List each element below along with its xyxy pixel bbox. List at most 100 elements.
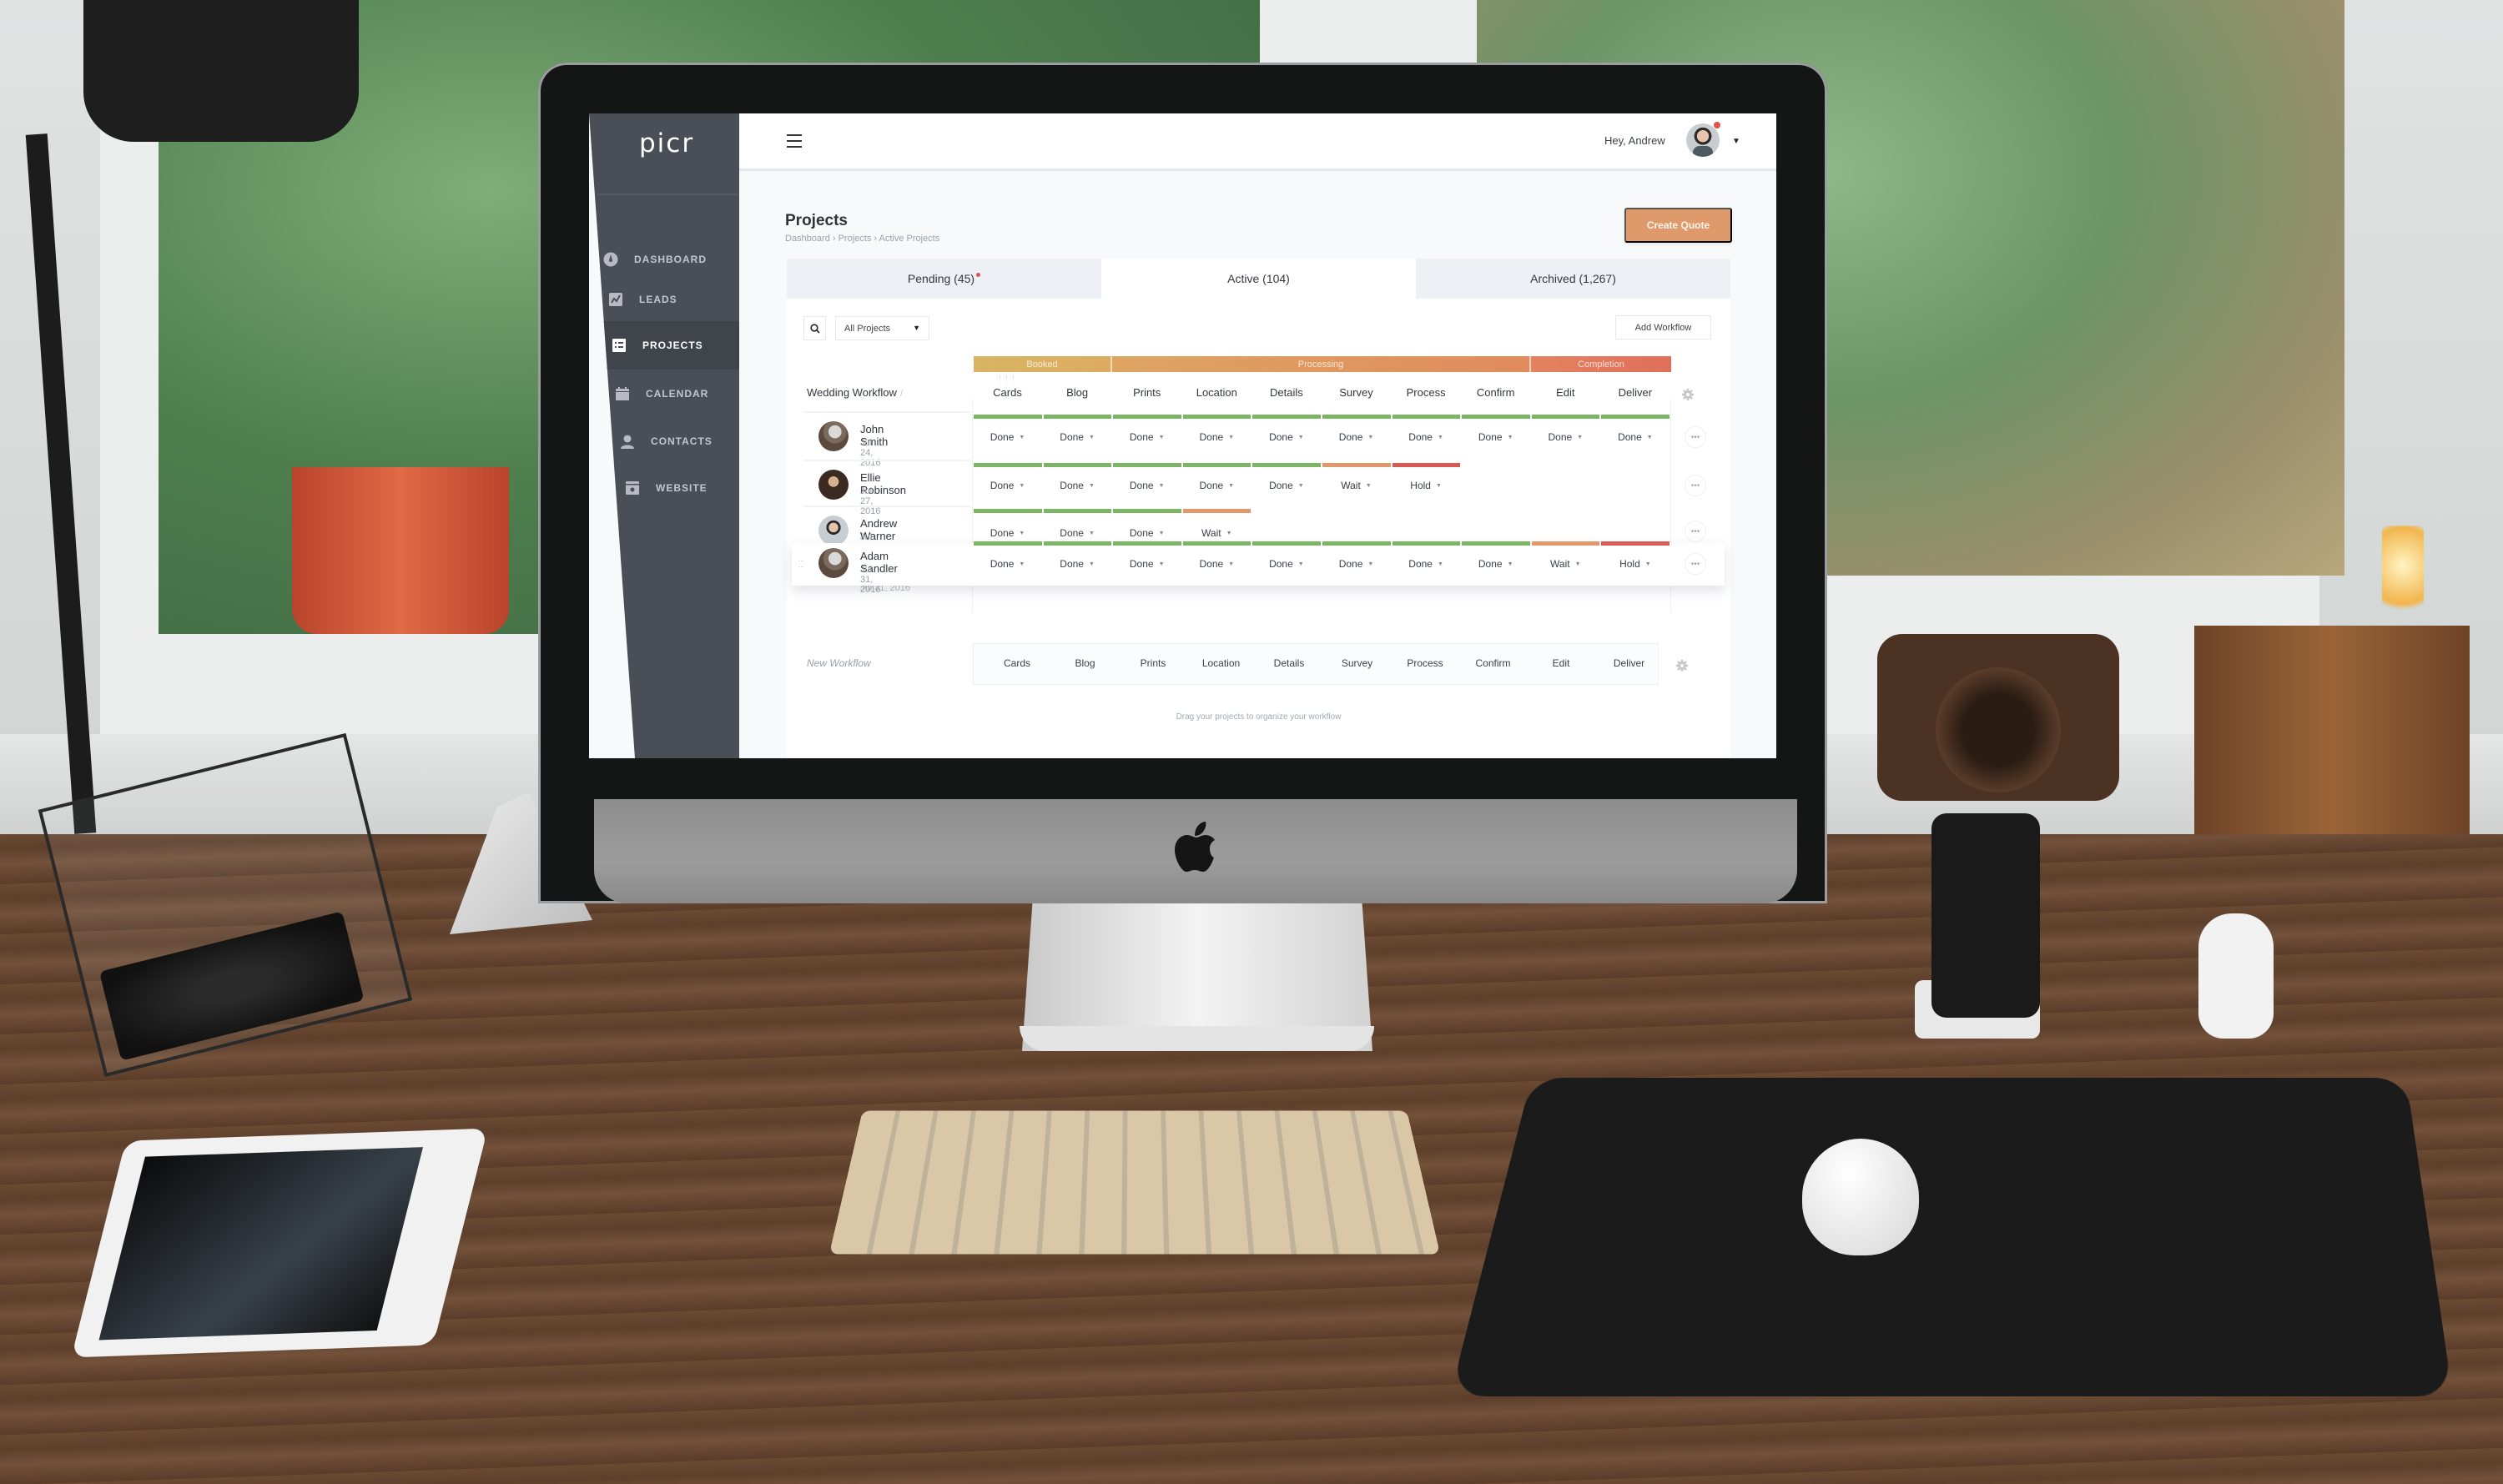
- new-workflow-column[interactable]: Confirm: [1459, 657, 1528, 669]
- status-dropdown[interactable]: Done ▼: [1043, 527, 1112, 539]
- column-header[interactable]: Deliver: [1600, 386, 1670, 399]
- new-workflow-column[interactable]: Survey: [1323, 657, 1392, 669]
- gear-icon[interactable]: [1681, 388, 1695, 401]
- status-label: Wait: [1341, 480, 1361, 491]
- status-dropdown[interactable]: Done ▼: [1322, 431, 1391, 443]
- new-workflow-name[interactable]: New Workflow: [807, 657, 871, 669]
- notification-dot: [1714, 122, 1720, 128]
- status-progress-segment: [974, 415, 1042, 419]
- tab-active[interactable]: Active (104): [1101, 259, 1416, 299]
- column-header[interactable]: Blog: [1043, 386, 1112, 399]
- status-dropdown[interactable]: Done ▼: [1600, 431, 1670, 443]
- status-progress-segment: [1392, 541, 1461, 546]
- column-header[interactable]: Edit: [1531, 386, 1600, 399]
- status-dropdown[interactable]: Done ▼: [1531, 431, 1600, 443]
- workflow-panel: All Projects ▼ Add Workflow Booked Proce…: [787, 299, 1730, 758]
- status-dropdown[interactable]: Done ▼: [1182, 431, 1252, 443]
- new-workflow-column[interactable]: Prints: [1119, 657, 1187, 669]
- tab-label: Pending (45): [907, 272, 975, 285]
- project-filter-select[interactable]: All Projects ▼: [835, 316, 929, 340]
- column-header[interactable]: Confirm: [1461, 386, 1530, 399]
- gear-icon[interactable]: [1675, 659, 1689, 672]
- column-header[interactable]: Prints: [1112, 386, 1181, 399]
- status-label: Done: [1199, 558, 1224, 570]
- new-workflow-column[interactable]: Edit: [1527, 657, 1595, 669]
- status-dropdown[interactable]: Done ▼: [1252, 558, 1321, 570]
- column-header[interactable]: Survey: [1322, 386, 1391, 399]
- column-header[interactable]: Details: [1252, 386, 1321, 399]
- column-drag-handle[interactable]: ⋮⋮⋮: [997, 375, 1017, 382]
- chevron-down-icon: ▼: [1507, 435, 1513, 440]
- more-options-button[interactable]: •••: [1685, 521, 1706, 542]
- tab-archived[interactable]: Archived (1,267): [1416, 259, 1730, 299]
- sidebar-item-calendar[interactable]: CALENDAR: [614, 370, 756, 418]
- status-dropdown[interactable]: Done ▼: [973, 480, 1042, 491]
- status-dropdown[interactable]: Done ▼: [973, 431, 1042, 443]
- flower-pot: [292, 467, 509, 634]
- status-progress-segment: [1531, 415, 1600, 419]
- user-menu-caret-icon[interactable]: ▼: [1732, 137, 1740, 146]
- status-dropdown[interactable]: Done ▼: [973, 558, 1042, 570]
- smartphone: [1931, 813, 2040, 1018]
- status-progress-segment: [1531, 541, 1600, 546]
- sidebar-item-projects[interactable]: PROJECTS: [599, 321, 749, 370]
- status-dropdown[interactable]: Done ▼: [1461, 431, 1530, 443]
- sidebar-item-leads[interactable]: LEADS: [607, 275, 749, 324]
- status-dropdown[interactable]: Hold ▼: [1392, 480, 1461, 491]
- chevron-down-icon: ▼: [1158, 483, 1165, 489]
- status-label: Done: [1548, 431, 1573, 443]
- create-quote-button[interactable]: Create Quote: [1624, 208, 1732, 243]
- status-dropdown[interactable]: Done ▼: [1112, 480, 1181, 491]
- status-dropdown[interactable]: Wait ▼: [1322, 480, 1391, 491]
- new-workflow-column[interactable]: Process: [1391, 657, 1459, 669]
- more-options-button[interactable]: •••: [1685, 553, 1706, 575]
- status-dropdown[interactable]: Done ▼: [1392, 431, 1461, 443]
- sidebar-item-label: LEADS: [639, 294, 677, 305]
- tab-pending[interactable]: Pending (45): [787, 259, 1101, 299]
- status-dropdown[interactable]: Done ▼: [1461, 558, 1530, 570]
- more-options-button[interactable]: •••: [1685, 475, 1706, 496]
- status-dropdown[interactable]: Done ▼: [1252, 480, 1321, 491]
- chevron-down-icon: ▼: [1019, 483, 1025, 489]
- status-dropdown[interactable]: Done ▼: [1322, 558, 1391, 570]
- camera: [1877, 634, 2119, 801]
- more-options-button[interactable]: •••: [1685, 426, 1706, 448]
- status-label: Done: [1060, 527, 1084, 539]
- status-dropdown[interactable]: Hold ▼: [1600, 558, 1670, 570]
- status-dropdown[interactable]: Done ▼: [1043, 480, 1112, 491]
- status-dropdown[interactable]: Done ▼: [973, 527, 1042, 539]
- chevron-down-icon: ▼: [1507, 561, 1513, 567]
- chevron-down-icon: ▼: [1297, 435, 1304, 440]
- status-dropdown[interactable]: Done ▼: [1043, 431, 1112, 443]
- status-label: Hold: [1410, 480, 1431, 491]
- hamburger-icon[interactable]: [787, 134, 802, 148]
- status-dropdown[interactable]: Done ▼: [1112, 527, 1181, 539]
- chevron-down-icon: ▼: [1088, 531, 1095, 536]
- add-workflow-button[interactable]: Add Workflow: [1615, 315, 1711, 340]
- column-header[interactable]: Location: [1182, 386, 1252, 399]
- chevron-down-icon: ▼: [1228, 435, 1235, 440]
- status-dropdown[interactable]: Done ▼: [1252, 431, 1321, 443]
- new-workflow-column[interactable]: Details: [1255, 657, 1323, 669]
- status-dropdown[interactable]: Wait ▼: [1182, 527, 1252, 539]
- status-dropdown[interactable]: Wait ▼: [1531, 558, 1600, 570]
- status-dropdown[interactable]: Done ▼: [1112, 558, 1181, 570]
- column-header[interactable]: Cards: [973, 386, 1042, 399]
- new-workflow-column[interactable]: Blog: [1051, 657, 1120, 669]
- row-separator: [803, 411, 970, 413]
- pencil-icon[interactable]: /: [900, 387, 909, 399]
- status-dropdown[interactable]: Done ▼: [1182, 480, 1252, 491]
- new-workflow-column[interactable]: Cards: [983, 657, 1051, 669]
- status-progress-segment: [1182, 463, 1252, 467]
- status-dropdown[interactable]: Done ▼: [1392, 558, 1461, 570]
- status-dropdown[interactable]: Done ▼: [1043, 558, 1112, 570]
- new-workflow-column[interactable]: Location: [1187, 657, 1256, 669]
- status-dropdown[interactable]: Done ▼: [1182, 558, 1252, 570]
- search-button[interactable]: [803, 316, 826, 340]
- row-drag-handle[interactable]: ⋮⋮: [797, 558, 803, 570]
- user-avatar[interactable]: [1686, 123, 1720, 157]
- status-dropdown[interactable]: Done ▼: [1112, 431, 1181, 443]
- new-workflow-column[interactable]: Deliver: [1595, 657, 1664, 669]
- status-progress-segment: [1113, 541, 1181, 546]
- column-header[interactable]: Process: [1392, 386, 1461, 399]
